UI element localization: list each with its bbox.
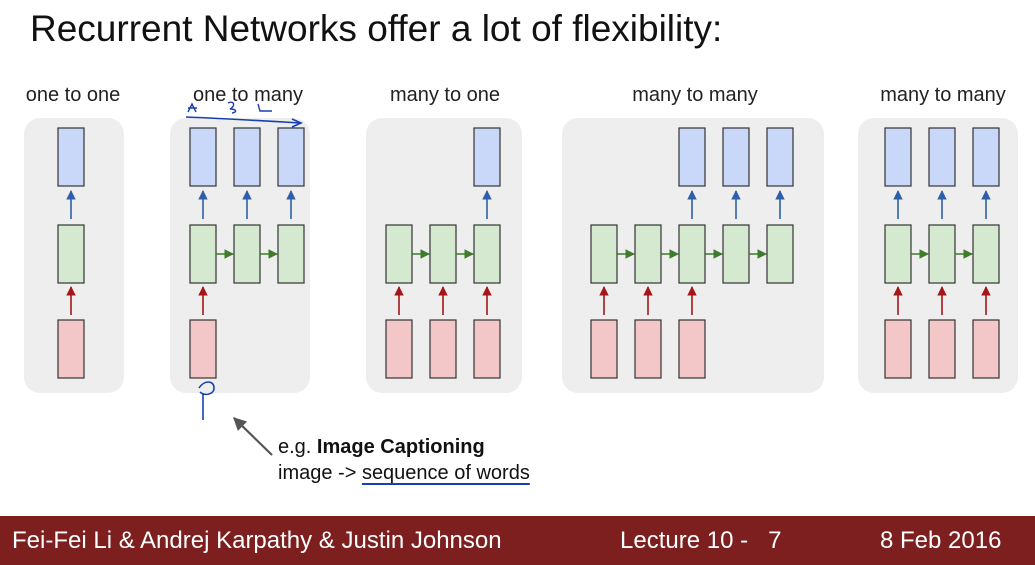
input-box: [884, 319, 912, 379]
hidden-state-box: [972, 224, 1000, 284]
input-box: [385, 319, 413, 379]
hidden-state-box: [722, 224, 750, 284]
handwritten-mark-1: [187, 102, 197, 113]
input-box: [189, 319, 217, 379]
hidden-state-box: [189, 224, 217, 284]
hidden-state-box: [590, 224, 618, 284]
caption-prefix: e.g.: [278, 436, 317, 458]
output-box: [766, 127, 794, 187]
hidden-state-box: [385, 224, 413, 284]
caption-pointer-arrow: [233, 417, 273, 456]
output-box: [473, 127, 501, 187]
hidden-state-box: [233, 224, 261, 284]
output-box: [722, 127, 750, 187]
input-box: [928, 319, 956, 379]
hidden-state-box: [884, 224, 912, 284]
input-box: [972, 319, 1000, 379]
output-box: [277, 127, 305, 187]
hidden-state-box: [634, 224, 662, 284]
caption: e.g. Image Captioning image -> sequence …: [278, 434, 530, 486]
hidden-state-box: [473, 224, 501, 284]
footer-lecture: Lecture 10 - 7: [620, 527, 781, 555]
input-box: [473, 319, 501, 379]
input-box: [57, 319, 85, 379]
input-box: [678, 319, 706, 379]
caption-bold: Image Captioning: [316, 436, 485, 458]
hidden-state-box: [928, 224, 956, 284]
caption-line-1: e.g. Image Captioning: [278, 434, 530, 460]
output-box: [884, 127, 912, 187]
input-box: [429, 319, 457, 379]
output-box: [972, 127, 1000, 187]
hidden-state-box: [57, 224, 85, 284]
hidden-state-box: [678, 224, 706, 284]
handwritten-mark-2: [227, 101, 237, 114]
hidden-state-box: [277, 224, 305, 284]
caption-line-2: image -> sequence of words: [278, 460, 530, 486]
hidden-state-box: [766, 224, 794, 284]
footer-date: 8 Feb 2016: [880, 527, 1002, 554]
caption-underlined: sequence of words: [361, 462, 530, 484]
footer-authors: Fei-Fei Li & Andrej Karpathy & Justin Jo…: [12, 527, 502, 554]
output-box: [678, 127, 706, 187]
caption-line2-prefix: image ->: [278, 462, 362, 484]
footer-bar: Fei-Fei Li & Andrej Karpathy & Justin Jo…: [0, 516, 1035, 565]
input-box: [634, 319, 662, 379]
output-box: [928, 127, 956, 187]
hidden-state-box: [429, 224, 457, 284]
output-box: [189, 127, 217, 187]
output-box: [233, 127, 261, 187]
footer-page-number: 7: [768, 527, 782, 554]
handwritten-mark-3: [257, 103, 272, 112]
footer-lecture-label: Lecture 10 -: [620, 527, 749, 554]
output-box: [57, 127, 85, 187]
input-box: [590, 319, 618, 379]
